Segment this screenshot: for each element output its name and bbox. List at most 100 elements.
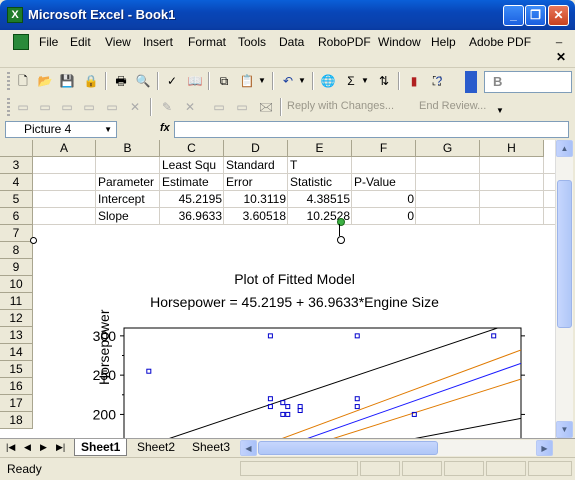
horizontal-scroll-thumb[interactable] [258,441,438,455]
toolbar-options-button[interactable]: ▼ [495,98,505,118]
toolbar-grip[interactable] [7,72,10,92]
minimize-button[interactable]: _ [503,5,524,26]
workbook-icon[interactable] [13,34,29,50]
last-sheet-icon[interactable]: ▶| [56,442,65,453]
doc-minimize-button[interactable]: _ [556,32,562,44]
delete-comment-icon[interactable]: ✕ [126,98,144,116]
embedded-chart-picture[interactable]: Plot of Fitted Model Horsepower = 45.219… [34,225,555,438]
cell-b5[interactable]: Intercept [96,191,160,208]
help-icon[interactable]: ? [430,72,448,90]
name-box-dropdown-icon[interactable]: ▼ [104,122,112,137]
cell-d6[interactable]: 3.60518 [224,208,288,225]
next-comment-icon[interactable]: ▭ [58,98,76,116]
print-preview-icon[interactable]: 🔍 [134,72,152,90]
scroll-up-button[interactable]: ▲ [556,140,573,157]
cell-c4[interactable]: Estimate [160,174,224,191]
new-icon[interactable]: 🗋 [14,72,32,90]
insert-function-icon[interactable]: fx [160,122,170,134]
menu-data[interactable]: Data [279,35,304,49]
column-header-d[interactable]: D [224,140,288,157]
menu-file[interactable]: File [39,35,58,49]
row-header-3[interactable]: 3 [0,157,33,174]
cell-d5[interactable]: 10.3119 [224,191,288,208]
row-header-13[interactable]: 13 [0,327,33,344]
resize-handle-top-left[interactable] [30,237,37,244]
font-style-box[interactable]: B [484,71,572,93]
show-all-comments-icon[interactable]: ▭ [103,98,121,116]
previous-comment-icon[interactable]: ▭ [36,98,54,116]
horizontal-scrollbar[interactable]: ◀ ▶ [240,440,553,456]
permission-icon[interactable]: 🔒 [82,72,100,90]
scroll-down-button[interactable]: ▼ [556,421,573,438]
select-all-corner[interactable] [0,140,33,157]
vertical-scrollbar[interactable]: ▲ ▼ [555,140,573,438]
close-button[interactable]: ✕ [548,5,569,26]
row-header-12[interactable]: 12 [0,310,33,327]
menu-view[interactable]: View [105,35,131,49]
print-icon[interactable]: 🖶 [112,72,130,90]
row-header-6[interactable]: 6 [0,208,33,225]
scroll-left-button[interactable]: ◀ [240,440,257,456]
scroll-right-button[interactable]: ▶ [536,440,553,456]
excel-app-icon[interactable]: X [7,7,23,23]
column-header-f[interactable]: F [352,140,416,157]
chart-wizard-icon[interactable]: ▮ [405,72,423,90]
maximize-button[interactable]: ❐ [525,5,546,26]
cell-b6[interactable]: Slope [96,208,160,225]
column-header-g[interactable]: G [416,140,480,157]
previous-sheet-icon[interactable]: ◀ [24,442,31,453]
autosum-dropdown-icon[interactable]: ▼ [360,72,370,90]
autosum-icon[interactable]: Σ [342,72,360,90]
menu-edit[interactable]: Edit [70,35,91,49]
menu-help[interactable]: Help [431,35,456,49]
reply-with-changes-button[interactable]: Reply with Changes... [287,100,394,112]
research-icon[interactable]: 📖 [186,72,204,90]
menu-window[interactable]: Window [378,35,421,49]
cell-d3[interactable]: Standard [224,157,288,174]
open-icon[interactable]: 📂 [36,72,54,90]
resize-handle-top[interactable] [337,236,345,244]
vertical-scroll-thumb[interactable] [557,180,572,328]
tab-sheet2[interactable]: Sheet2 [131,439,181,455]
undo-dropdown-icon[interactable]: ▼ [297,72,307,90]
doc-close-button[interactable]: ✕ [556,50,566,64]
column-header-e[interactable]: E [288,140,352,157]
cell-d4[interactable]: Error [224,174,288,191]
row-header-11[interactable]: 11 [0,293,33,310]
workbook-compare-icon[interactable]: ▭ [233,98,251,116]
menu-insert[interactable]: Insert [143,35,173,49]
spreadsheet-grid[interactable]: ABCDEFGH 3 4 5 6 7 8 9 10 11 12 13 14 15 16 17 18 Least… [0,140,555,438]
track-changes-icon[interactable]: ✎ [158,98,176,116]
cell-f4[interactable]: P-Value [352,174,416,191]
spelling-icon[interactable]: ✓ [163,72,181,90]
send-icon[interactable]: 🖂 [257,98,275,116]
sort-ascending-icon[interactable]: ⇅ [375,72,393,90]
cell-e5[interactable]: 4.38515 [288,191,352,208]
row-header-10[interactable]: 10 [0,276,33,293]
row-header-4[interactable]: 4 [0,174,33,191]
bold-button[interactable]: B [493,74,502,89]
cell-c6[interactable]: 36.9633 [160,208,224,225]
cell-c5[interactable]: 45.2195 [160,191,224,208]
next-sheet-icon[interactable]: ▶ [40,442,47,453]
cell-b4[interactable]: Parameter [96,174,160,191]
toolbar-options-button[interactable] [465,71,477,93]
hyperlink-icon[interactable]: 🌐 [319,72,337,90]
row-header-5[interactable]: 5 [0,191,33,208]
cell-f5[interactable]: 0 [352,191,416,208]
copy-icon[interactable]: ⧉ [215,72,233,90]
tab-sheet3[interactable]: Sheet3 [186,439,236,455]
menu-adobe-pdf[interactable]: Adobe PDF [469,35,531,49]
comment-icon[interactable]: ▭ [14,98,32,116]
row-header-15[interactable]: 15 [0,361,33,378]
column-header-c[interactable]: C [160,140,224,157]
column-header-a[interactable]: A [33,140,96,157]
end-review-button[interactable]: End Review... [419,100,486,112]
tab-sheet1[interactable]: Sheet1 [74,439,128,456]
row-header-7[interactable]: 7 [0,225,33,242]
column-header-b[interactable]: B [96,140,160,157]
row-header-17[interactable]: 17 [0,395,33,412]
reject-icon[interactable]: ✕ [181,98,199,116]
cell-e3[interactable]: T [288,157,352,174]
paste-dropdown-icon[interactable]: ▼ [257,72,267,90]
